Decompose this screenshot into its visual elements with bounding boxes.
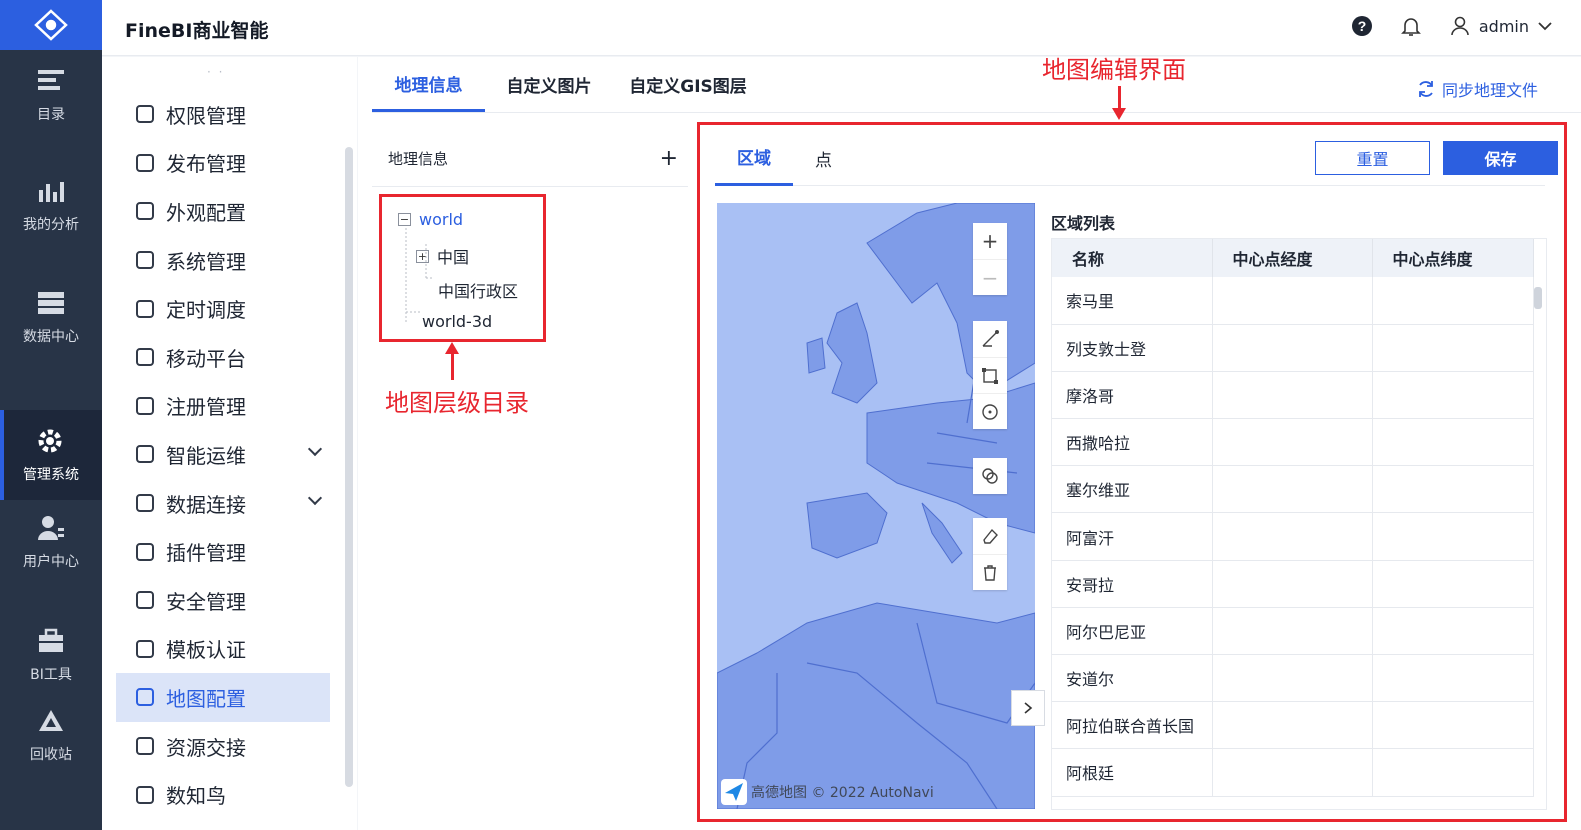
menu-item-icon <box>136 396 154 415</box>
nav-item-label: 管理系统 <box>23 467 79 483</box>
sidebar-item-9[interactable]: 插件管理 <box>116 527 330 576</box>
nav-item-5[interactable]: BI工具 <box>0 610 102 700</box>
nav-item-6[interactable]: 回收站 <box>0 695 102 775</box>
menu-item-icon <box>136 542 154 561</box>
sidebar-item-label: 地图配置 <box>166 686 246 711</box>
svg-text:?: ? <box>1358 18 1367 34</box>
app-logo[interactable] <box>0 0 102 50</box>
chevron-down-icon <box>307 442 323 457</box>
catalog-icon <box>36 66 66 96</box>
sidebar-item-11[interactable]: 模板认证 <box>116 625 330 674</box>
annotation-arrow-down <box>1112 86 1126 120</box>
menu-item-icon <box>136 105 154 124</box>
sidebar-scrollbar[interactable] <box>345 147 353 787</box>
sidebar-item-label: 模板认证 <box>166 638 246 663</box>
sidebar-item-label: 数知鸟 <box>166 784 226 809</box>
user-icon <box>36 513 66 543</box>
sidebar-item-label: 系统管理 <box>166 249 246 274</box>
menu-item-icon <box>136 153 154 172</box>
admin-sidebar: · · 权限管理发布管理外观配置系统管理定时调度移动平台注册管理智能运维数据连接… <box>102 57 357 830</box>
sidebar-item-0[interactable]: 权限管理 <box>116 90 330 139</box>
menu-item-icon <box>136 348 154 367</box>
menu-item-icon <box>136 591 154 610</box>
admin-menu: 权限管理发布管理外观配置系统管理定时调度移动平台注册管理智能运维数据连接插件管理… <box>116 90 330 819</box>
menu-item-icon <box>136 299 154 318</box>
annotation-map-editor: 地图编辑界面 <box>1042 56 1186 84</box>
map-hierarchy-highlight <box>379 194 546 342</box>
sidebar-item-5[interactable]: 移动平台 <box>116 333 330 382</box>
drag-grip: · · <box>207 65 225 79</box>
nav-item-1[interactable]: 我的分析 <box>0 160 102 250</box>
sidebar-item-label: 注册管理 <box>166 395 246 420</box>
chevron-down-icon <box>307 490 323 505</box>
top-header: FineBI商业智能 ? admin <box>102 0 1581 56</box>
tab-geo-info[interactable]: 地理信息 <box>372 57 485 112</box>
menu-item-icon <box>136 737 154 756</box>
nav-item-3[interactable]: 管理系统 <box>0 410 102 500</box>
username: admin <box>1478 16 1529 36</box>
sidebar-item-label: 权限管理 <box>166 103 246 128</box>
menu-item-icon <box>136 251 154 270</box>
sidebar-item-3[interactable]: 系统管理 <box>116 236 330 285</box>
tab-custom-image[interactable]: 自定义图片 <box>485 57 613 112</box>
menu-item-icon <box>136 785 154 804</box>
nav-item-label: 用户中心 <box>23 554 79 570</box>
sidebar-item-label: 外观配置 <box>166 200 246 225</box>
sidebar-item-8[interactable]: 数据连接 <box>116 479 330 528</box>
sidebar-item-label: 移动平台 <box>166 346 246 371</box>
nav-item-0[interactable]: 目录 <box>0 50 102 140</box>
nav-item-label: 回收站 <box>30 747 72 763</box>
map-editor-highlight <box>697 122 1567 822</box>
sidebar-item-label: 发布管理 <box>166 152 246 177</box>
sidebar-item-label: 定时调度 <box>166 298 246 323</box>
help-icon[interactable]: ? <box>1351 15 1373 37</box>
nav-item-label: BI工具 <box>30 667 72 683</box>
sidebar-item-12[interactable]: 地图配置 <box>116 673 330 722</box>
menu-item-icon <box>136 494 154 513</box>
sidebar-item-7[interactable]: 智能运维 <box>116 430 330 479</box>
gear-icon <box>36 426 66 456</box>
main-tabs: 地理信息 自定义图片 自定义GIS图层 <box>372 57 1581 113</box>
sidebar-item-6[interactable]: 注册管理 <box>116 382 330 431</box>
sidebar-item-label: 数据连接 <box>166 492 246 517</box>
menu-item-icon <box>136 445 154 464</box>
sidebar-item-1[interactable]: 发布管理 <box>116 139 330 188</box>
user-menu[interactable]: admin <box>1449 15 1553 37</box>
user-avatar-icon <box>1451 16 1469 36</box>
analysis-icon <box>36 176 66 206</box>
sidebar-item-4[interactable]: 定时调度 <box>116 284 330 333</box>
refresh-icon <box>1419 81 1433 97</box>
app-title: FineBI商业智能 <box>125 20 269 42</box>
data-center-icon <box>36 288 66 318</box>
bell-icon[interactable] <box>1399 14 1423 38</box>
sidebar-item-2[interactable]: 外观配置 <box>116 187 330 236</box>
sidebar-item-label: 智能运维 <box>166 443 246 468</box>
annotation-arrow-up <box>445 342 459 380</box>
menu-item-icon <box>136 639 154 658</box>
sidebar-item-14[interactable]: 数知鸟 <box>116 770 330 819</box>
sync-geo-files-button[interactable]: 同步地理文件 <box>1416 77 1538 101</box>
sidebar-item-label: 安全管理 <box>166 589 246 614</box>
tab-custom-gis-layer[interactable]: 自定义GIS图层 <box>613 57 763 112</box>
sync-label: 同步地理文件 <box>1441 81 1538 100</box>
left-nav: 目录我的分析数据中心管理系统用户中心 BI工具回收站 <box>0 0 102 830</box>
sidebar-item-10[interactable]: 安全管理 <box>116 576 330 625</box>
nav-item-label: 数据中心 <box>23 329 79 345</box>
logo-icon <box>34 9 68 41</box>
chevron-down-icon <box>1538 22 1552 31</box>
nav-item-2[interactable]: 数据中心 <box>0 272 102 362</box>
menu-item-icon <box>136 688 154 707</box>
add-map-icon[interactable]: + <box>660 146 678 171</box>
toolbox-icon <box>36 626 66 656</box>
nav-item-label: 我的分析 <box>23 217 79 233</box>
geo-panel-title: 地理信息 <box>388 149 449 168</box>
sidebar-item-label: 资源交接 <box>166 735 246 760</box>
sidebar-item-label: 插件管理 <box>166 541 246 566</box>
menu-item-icon <box>136 202 154 221</box>
nav-item-4[interactable]: 用户中心 <box>0 497 102 587</box>
sidebar-item-13[interactable]: 资源交接 <box>116 722 330 771</box>
nav-item-label: 目录 <box>37 107 65 123</box>
recycle-icon <box>36 706 66 736</box>
annotation-map-hierarchy: 地图层级目录 <box>385 389 529 417</box>
